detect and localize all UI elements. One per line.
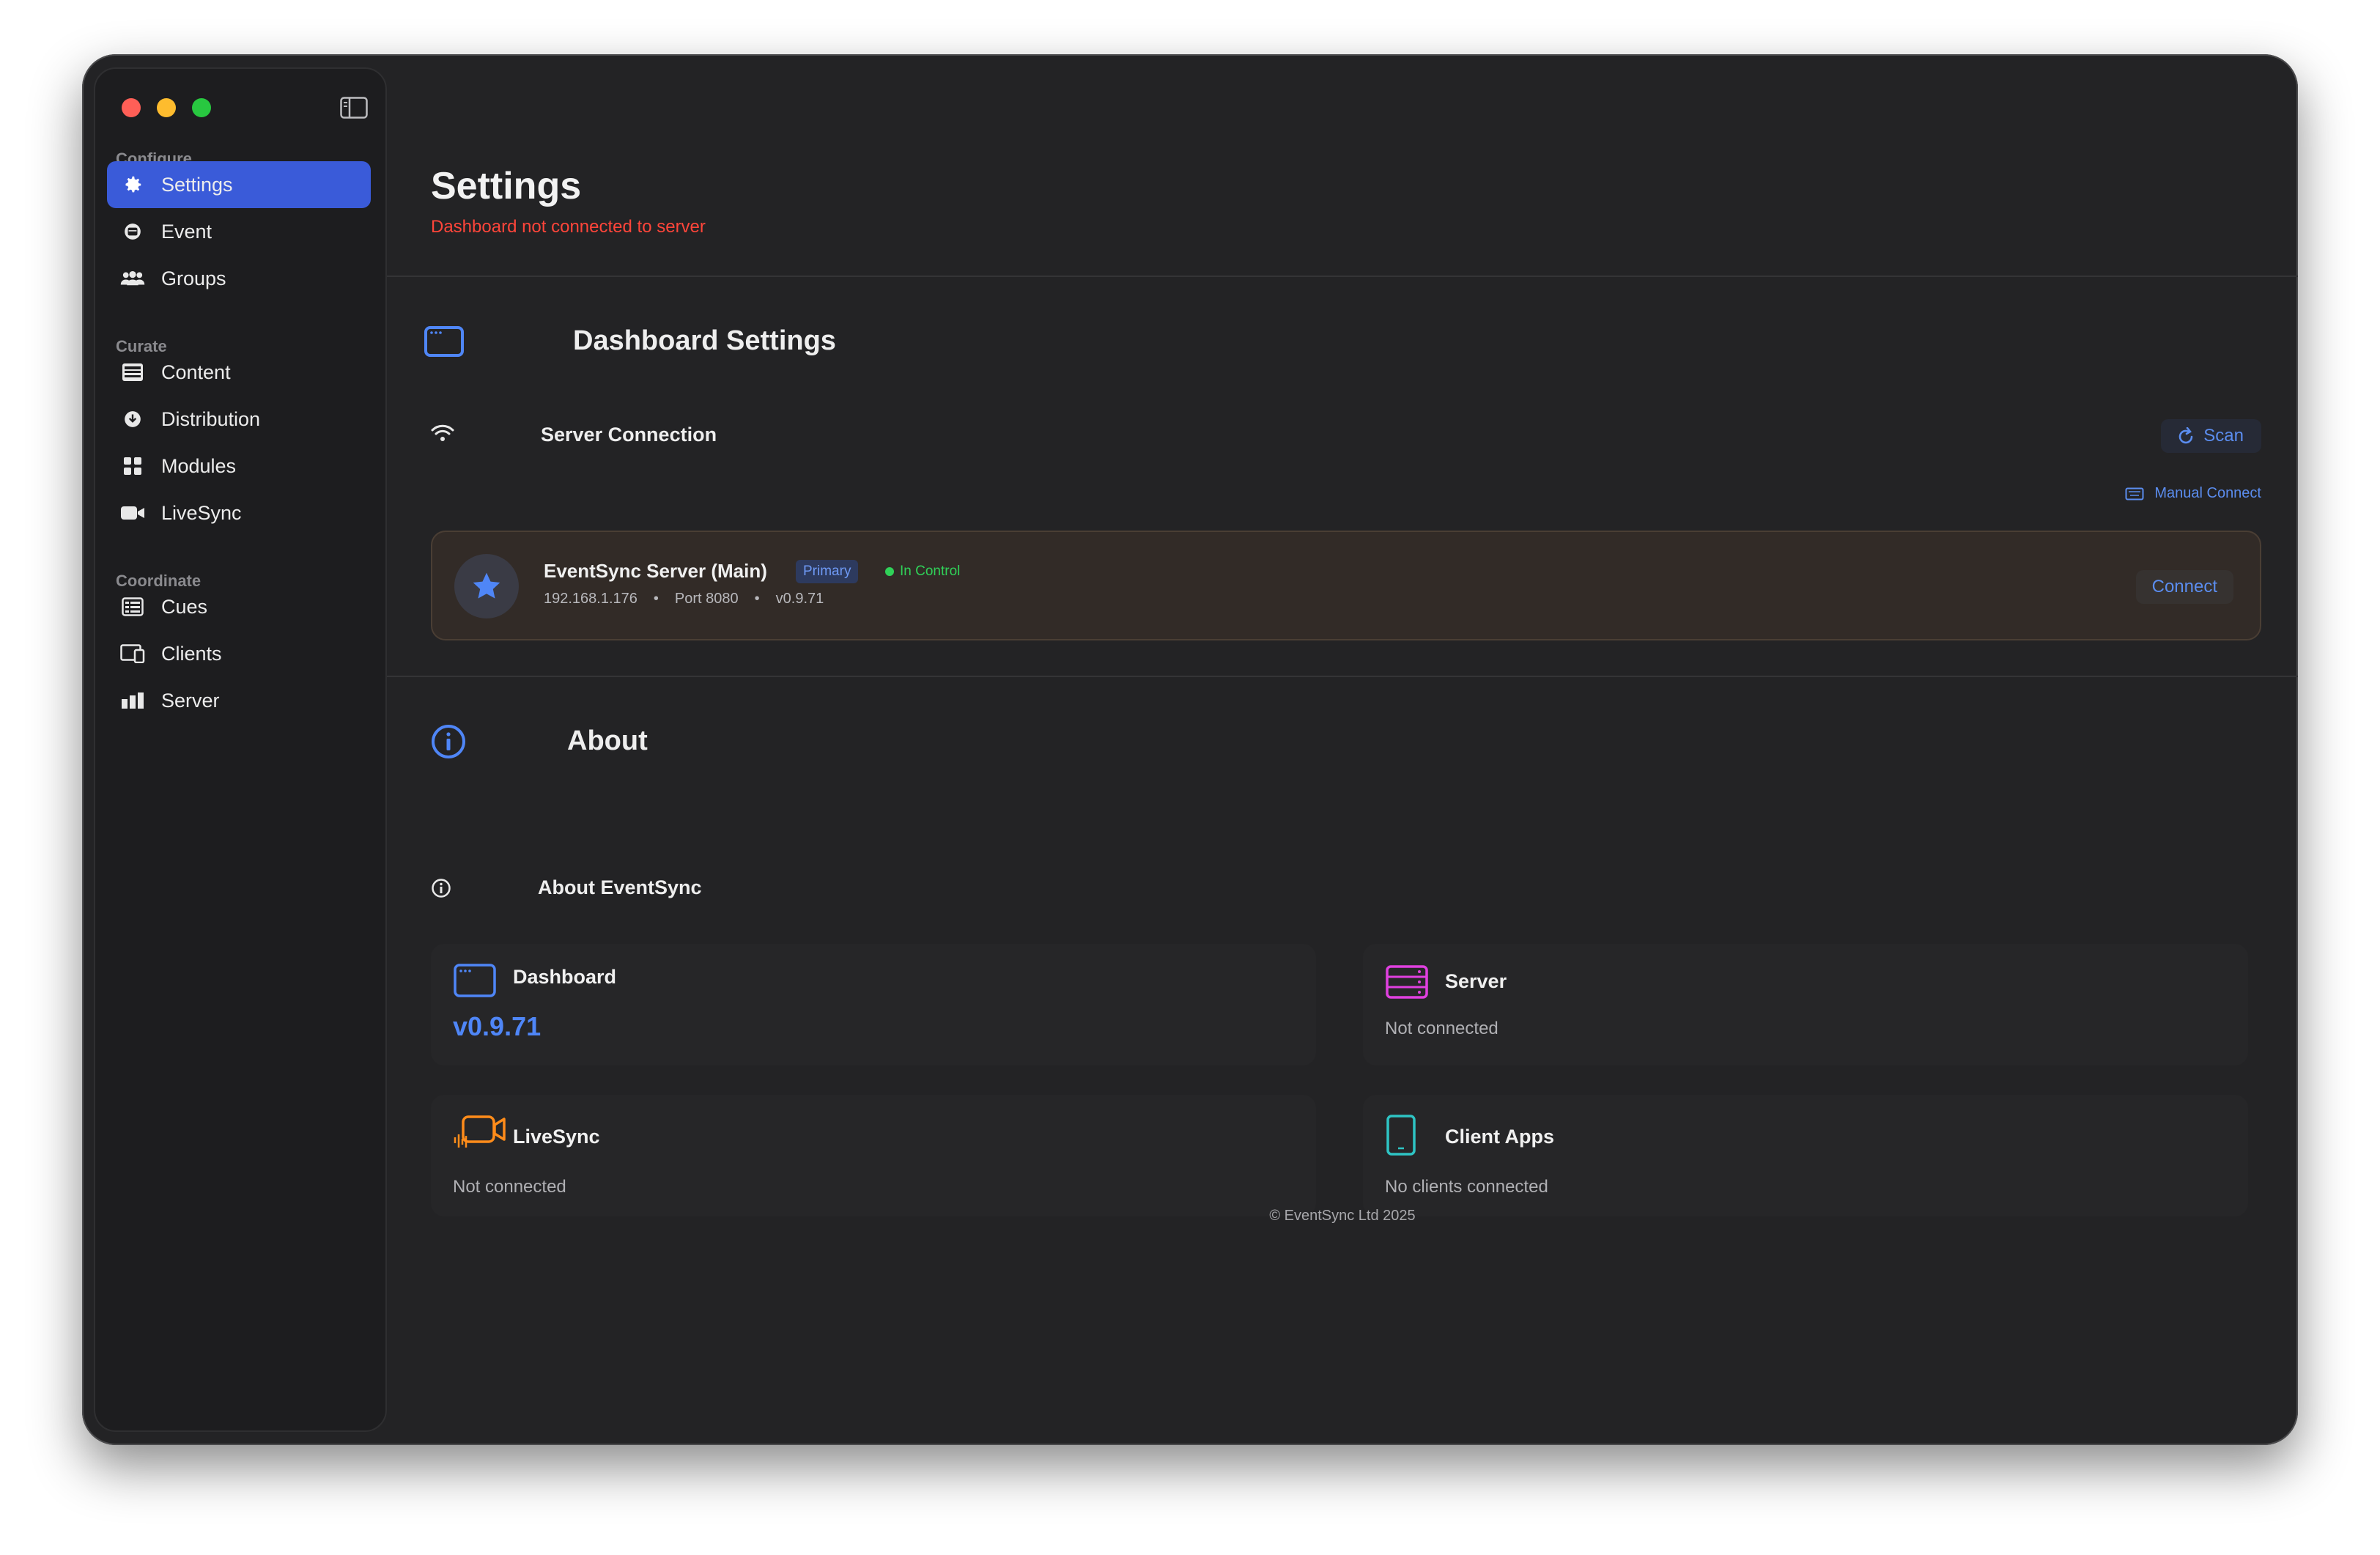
- server-card-status: Not connected: [1385, 1019, 1498, 1038]
- connection-error-text: Dashboard not connected to server: [431, 217, 706, 237]
- main-content: Settings Dashboard not connected to serv…: [387, 54, 2298, 1445]
- sidebar-item-label: LiveSync: [161, 501, 242, 524]
- meta-separator: •: [754, 591, 760, 607]
- about-eventsync-title: About EventSync: [538, 876, 702, 898]
- sidebar-item-content[interactable]: Content: [107, 349, 371, 396]
- sidebar-item-label: Event: [161, 220, 212, 243]
- livesync-card-title: LiveSync: [513, 1126, 600, 1148]
- content-icon: [120, 360, 145, 385]
- info-circle-icon: [432, 725, 465, 758]
- window-controls: [122, 98, 211, 117]
- sidebar-item-label: Modules: [161, 454, 237, 477]
- sidebar-item-label: Distribution: [161, 407, 261, 430]
- keyboard-icon: [2125, 487, 2144, 500]
- livesync-camera-icon: [454, 1115, 506, 1148]
- tablet-icon: [1386, 1115, 1416, 1156]
- copyright-footer: © EventSync Ltd 2025: [1269, 1208, 1416, 1224]
- in-control-label: In Control: [900, 564, 961, 579]
- info-small-icon: [432, 879, 451, 898]
- livesync-card-status: Not connected: [453, 1177, 566, 1197]
- about-title: About: [567, 725, 648, 756]
- client-apps-info-card: Client Apps No clients connected: [1363, 1095, 2248, 1216]
- server-info-card: Server Not connected: [1363, 944, 2248, 1065]
- sidebar: Configure Settings Event Groups Curate C…: [94, 67, 387, 1432]
- page-title: Settings: [431, 165, 582, 207]
- distribution-icon: [120, 407, 145, 432]
- server-card-title: Server: [1445, 970, 1507, 992]
- sidebar-item-cues[interactable]: Cues: [107, 583, 371, 630]
- sidebar-item-event[interactable]: Event: [107, 208, 371, 255]
- server-version: v0.9.71: [775, 591, 824, 607]
- dashboard-card-title: Dashboard: [513, 966, 617, 988]
- modules-icon: [120, 454, 145, 479]
- manual-connect-label: Manual Connect: [2154, 485, 2261, 501]
- server-meta: 192.168.1.176 • Port 8080 • v0.9.71: [544, 591, 824, 607]
- gear-icon: [120, 172, 145, 197]
- server-bars-icon: [120, 688, 145, 713]
- dashboard-window-icon: [424, 326, 464, 357]
- server-port: Port 8080: [674, 591, 739, 607]
- meta-separator: •: [653, 591, 659, 607]
- manual-connect-button[interactable]: Manual Connect: [2125, 485, 2261, 502]
- sidebar-toggle-icon[interactable]: [340, 97, 368, 119]
- groups-icon: [120, 266, 145, 291]
- sidebar-item-modules[interactable]: Modules: [107, 443, 371, 490]
- sidebar-item-label: Settings: [161, 173, 233, 196]
- zoom-window-button[interactable]: [192, 98, 211, 117]
- section-divider: [387, 676, 2298, 677]
- dashboard-window-icon: [454, 964, 496, 997]
- client-apps-card-title: Client Apps: [1445, 1126, 1555, 1148]
- video-camera-icon: [120, 501, 145, 525]
- sidebar-item-label: Cues: [161, 595, 208, 618]
- header-divider: [387, 276, 2298, 277]
- event-icon: [120, 219, 145, 244]
- sidebar-item-label: Clients: [161, 642, 222, 665]
- sidebar-item-groups[interactable]: Groups: [107, 255, 371, 302]
- refresh-icon: [2179, 427, 2193, 444]
- status-dot-icon: [885, 567, 894, 576]
- livesync-info-card: LiveSync Not connected: [431, 1095, 1316, 1216]
- server-name: EventSync Server (Main): [544, 560, 767, 582]
- sidebar-item-label: Server: [161, 689, 220, 712]
- sidebar-item-label: Content: [161, 361, 231, 383]
- sidebar-item-server[interactable]: Server: [107, 677, 371, 724]
- dashboard-version: v0.9.71: [453, 1011, 542, 1041]
- client-apps-card-status: No clients connected: [1385, 1177, 1548, 1197]
- app-window: Configure Settings Event Groups Curate C…: [82, 54, 2298, 1445]
- connect-button[interactable]: Connect: [2135, 570, 2233, 604]
- in-control-status: In Control: [885, 560, 960, 583]
- star-icon: [473, 572, 500, 599]
- sidebar-item-settings[interactable]: Settings: [107, 161, 371, 208]
- server-rack-icon: [1386, 965, 1428, 999]
- server-ip: 192.168.1.176: [544, 591, 638, 607]
- clients-icon: [120, 641, 145, 666]
- dashboard-info-card: Dashboard v0.9.71: [431, 944, 1316, 1065]
- dashboard-settings-title: Dashboard Settings: [573, 325, 836, 356]
- primary-star-badge: [454, 554, 519, 618]
- server-card[interactable]: EventSync Server (Main) Primary In Contr…: [431, 531, 2261, 640]
- cues-icon: [120, 594, 145, 619]
- sidebar-item-livesync[interactable]: LiveSync: [107, 490, 371, 536]
- scan-label: Scan: [2203, 426, 2244, 446]
- server-connection-title: Server Connection: [541, 424, 717, 446]
- primary-badge: Primary: [796, 560, 859, 583]
- sidebar-item-clients[interactable]: Clients: [107, 630, 371, 677]
- scan-button[interactable]: Scan: [2161, 419, 2261, 453]
- minimize-window-button[interactable]: [157, 98, 176, 117]
- sidebar-item-distribution[interactable]: Distribution: [107, 396, 371, 443]
- sidebar-item-label: Groups: [161, 267, 226, 289]
- wifi-icon: [431, 424, 454, 441]
- close-window-button[interactable]: [122, 98, 141, 117]
